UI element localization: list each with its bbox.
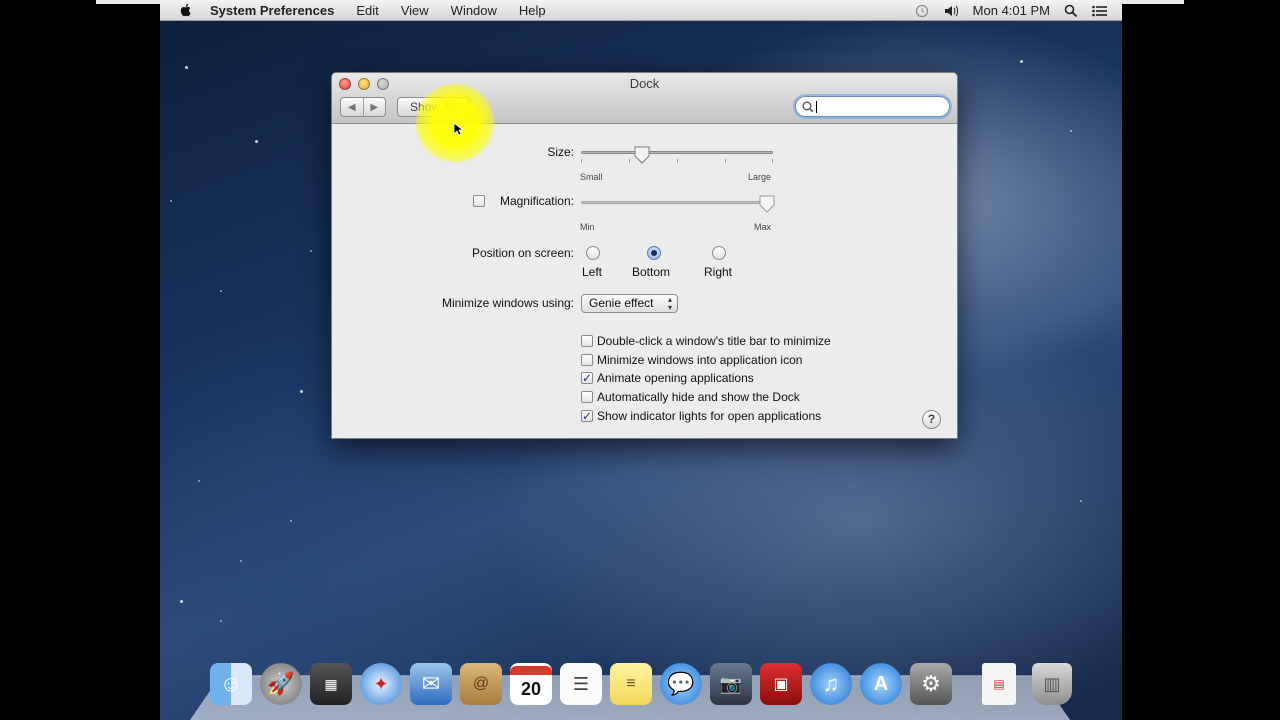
screen-border-left — [96, 0, 160, 4]
contacts-icon[interactable]: @ — [460, 663, 502, 705]
itunes-icon[interactable]: ♫ — [810, 663, 852, 705]
size-max-label: Large — [748, 172, 772, 182]
search-icon — [802, 101, 814, 113]
back-button[interactable]: ◀ — [341, 98, 364, 116]
screen-border-right — [1122, 0, 1184, 4]
messages-icon[interactable]: 💬 — [660, 663, 702, 705]
app-store-icon[interactable]: A — [860, 663, 902, 705]
mouse-cursor-icon — [453, 122, 463, 136]
menu-view[interactable]: View — [401, 3, 429, 18]
mag-min-label: Min — [580, 222, 595, 232]
magnification-slider[interactable] — [581, 201, 773, 204]
size-label: Size: — [547, 145, 574, 159]
menu-window[interactable]: Window — [451, 3, 497, 18]
document-icon[interactable]: ▤ — [982, 663, 1016, 705]
animate-opening-label: Animate opening applications — [597, 371, 754, 385]
position-right-label: Right — [704, 265, 733, 279]
volume-icon[interactable] — [943, 4, 959, 18]
window-title: Dock — [629, 76, 660, 91]
notification-center-icon[interactable] — [1092, 5, 1108, 17]
position-bottom-label: Bottom — [632, 265, 671, 279]
position-left-label: Left — [582, 265, 603, 279]
mag-max-label: Max — [754, 222, 772, 232]
menu-edit[interactable]: Edit — [356, 3, 378, 18]
mail-icon[interactable]: ✉ — [410, 663, 452, 705]
mission-control-icon[interactable]: ▦ — [310, 663, 352, 705]
finder-icon[interactable]: ☺ — [210, 663, 252, 705]
popup-arrows-icon: ▴ ▾ — [667, 295, 672, 312]
calendar-icon[interactable]: 20 — [510, 663, 552, 705]
show-all-button[interactable]: Show All — [397, 97, 469, 117]
double-click-minimize-label: Double-click a window's title bar to min… — [597, 334, 831, 348]
autohide-dock-label: Automatically hide and show the Dock — [597, 390, 800, 404]
size-slider-knob[interactable] — [634, 146, 650, 164]
size-min-label: Small — [580, 172, 603, 182]
autohide-dock-checkbox[interactable] — [581, 391, 593, 403]
double-click-minimize-checkbox[interactable] — [581, 335, 593, 347]
minimize-into-icon-checkbox[interactable] — [581, 354, 593, 366]
size-slider[interactable] — [581, 151, 773, 154]
clock[interactable]: Mon 4:01 PM — [973, 3, 1050, 18]
window-toolbar: Dock ◀ ▶ Show All — [332, 73, 957, 163]
position-right-radio[interactable] — [712, 246, 726, 260]
magnification-slider-knob[interactable] — [759, 195, 775, 213]
indicator-lights-label: Show indicator lights for open applicati… — [597, 409, 822, 423]
time-machine-icon[interactable] — [915, 4, 929, 18]
launchpad-icon[interactable]: 🚀 — [260, 663, 302, 705]
text-caret — [816, 101, 817, 113]
forward-button[interactable]: ▶ — [364, 98, 386, 116]
search-field[interactable] — [795, 96, 950, 117]
animate-opening-checkbox[interactable]: ✓ — [581, 372, 593, 384]
system-preferences-icon[interactable]: ⚙ — [910, 663, 952, 705]
magnification-label: Magnification: — [499, 194, 574, 208]
notes-icon[interactable]: ≡ — [610, 663, 652, 705]
indicator-lights-checkbox[interactable]: ✓ — [581, 410, 593, 422]
spotlight-icon[interactable] — [1064, 4, 1078, 18]
trash-icon[interactable]: ▥ — [1032, 663, 1072, 705]
calendar-day: 20 — [520, 678, 542, 699]
photo-booth-icon[interactable]: ▣ — [760, 663, 802, 705]
dock-preferences-window: Dock ◀ ▶ Show All Size: Small Large Magn… — [331, 72, 958, 439]
minimize-effect-value: Genie effect — [589, 296, 654, 310]
minimize-into-icon-label: Minimize windows into application icon — [597, 353, 803, 367]
position-left-radio[interactable] — [586, 246, 600, 260]
minimize-effect-popup[interactable]: Genie effect ▴ ▾ — [581, 294, 678, 313]
back-forward-control: ◀ ▶ — [340, 97, 386, 117]
help-button[interactable]: ? — [922, 410, 941, 429]
safari-icon[interactable]: ✦ — [360, 663, 402, 705]
menu-bar: System Preferences Edit View Window Help… — [160, 0, 1122, 21]
minimize-effect-label: Minimize windows using: — [441, 296, 574, 310]
menu-help[interactable]: Help — [519, 3, 546, 18]
menu-app-name[interactable]: System Preferences — [210, 3, 334, 18]
desktop: System Preferences Edit View Window Help… — [160, 0, 1122, 720]
facetime-icon[interactable]: 📷 — [710, 663, 752, 705]
apple-menu-icon[interactable] — [178, 2, 194, 18]
reminders-icon[interactable]: ☰ — [560, 663, 602, 705]
magnification-checkbox[interactable] — [473, 195, 485, 207]
position-bottom-radio[interactable] — [647, 246, 661, 260]
position-label: Position on screen: — [471, 246, 574, 260]
